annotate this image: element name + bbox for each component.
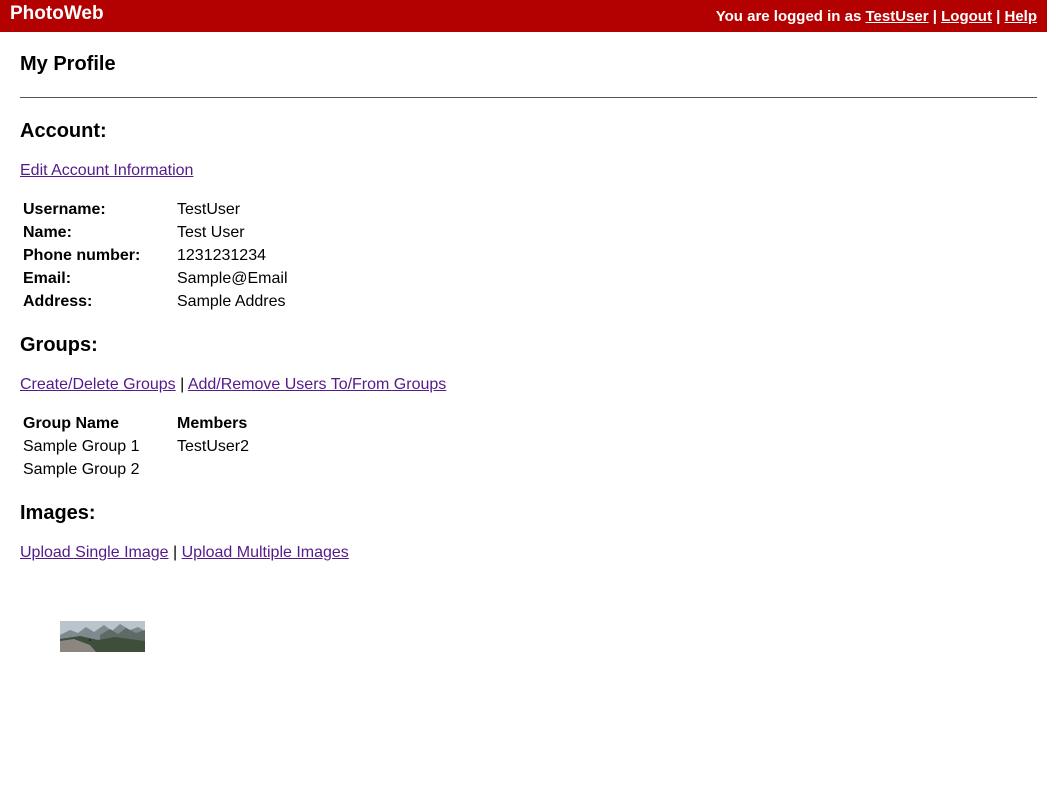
image-gallery bbox=[60, 621, 1037, 652]
table-row: Username: TestUser bbox=[20, 198, 291, 221]
table-row: Sample Group 2 bbox=[20, 458, 252, 481]
table-header-row: Group Name Members bbox=[20, 412, 252, 435]
group-members bbox=[174, 458, 252, 481]
field-label: Email: bbox=[23, 269, 72, 287]
field-value: Sample@Email bbox=[177, 269, 288, 287]
table-row: Address: Sample Addres bbox=[20, 290, 291, 313]
field-label: Name: bbox=[23, 223, 72, 241]
group-members: TestUser2 bbox=[177, 437, 250, 455]
field-label: Address: bbox=[23, 292, 93, 310]
group-name: Sample Group 1 bbox=[23, 437, 140, 455]
table-row: Name: Test User bbox=[20, 221, 291, 244]
username-link[interactable]: TestUser bbox=[865, 8, 928, 25]
table-row: Email: Sample@Email bbox=[20, 267, 291, 290]
account-table: Username: TestUser Name: Test User Phone… bbox=[20, 198, 291, 313]
edit-account-link[interactable]: Edit Account Information bbox=[20, 162, 193, 179]
brand-logo: PhotoWeb bbox=[10, 3, 104, 24]
field-value: Sample Addres bbox=[177, 292, 286, 310]
groups-table: Group Name Members Sample Group 1 TestUs… bbox=[20, 412, 252, 481]
field-value: Test User bbox=[177, 223, 245, 241]
column-header-members: Members bbox=[177, 414, 248, 432]
groups-actions: Create/Delete Groups | Add/Remove Users … bbox=[20, 375, 1037, 395]
separator: | bbox=[173, 544, 178, 561]
separator: | bbox=[996, 7, 1001, 25]
separator: | bbox=[932, 7, 937, 25]
page-title: My Profile bbox=[20, 53, 116, 75]
images-heading: Images: bbox=[20, 502, 96, 524]
field-label: Username: bbox=[23, 200, 106, 218]
main-content: My Profile Account: Edit Account Informa… bbox=[0, 32, 1047, 652]
logged-in-text: You are logged in as bbox=[715, 7, 862, 25]
account-actions: Edit Account Information bbox=[20, 161, 1037, 181]
table-row: Phone number: 1231231234 bbox=[20, 244, 291, 267]
field-label: Phone number: bbox=[23, 246, 141, 264]
images-actions: Upload Single Image | Upload Multiple Im… bbox=[20, 543, 1037, 563]
user-bar: You are logged in as TestUser | Logout |… bbox=[716, 8, 1037, 25]
top-bar: PhotoWeb You are logged in as TestUser |… bbox=[0, 0, 1047, 32]
field-value: 1231231234 bbox=[177, 246, 266, 264]
field-value: TestUser bbox=[177, 200, 241, 218]
upload-multiple-images-link[interactable]: Upload Multiple Images bbox=[182, 544, 349, 561]
column-header-group-name: Group Name bbox=[23, 414, 120, 432]
help-link[interactable]: Help bbox=[1004, 8, 1037, 25]
account-heading: Account: bbox=[20, 120, 107, 142]
image-thumbnail[interactable] bbox=[60, 621, 145, 652]
upload-single-image-link[interactable]: Upload Single Image bbox=[20, 544, 169, 561]
logout-link[interactable]: Logout bbox=[941, 8, 992, 25]
table-row: Sample Group 1 TestUser2 bbox=[20, 435, 252, 458]
add-remove-users-link[interactable]: Add/Remove Users To/From Groups bbox=[188, 376, 446, 393]
create-delete-groups-link[interactable]: Create/Delete Groups bbox=[20, 376, 176, 393]
divider bbox=[20, 97, 1037, 98]
separator: | bbox=[180, 376, 185, 393]
groups-heading: Groups: bbox=[20, 334, 98, 356]
mountain-landscape-thumbnail bbox=[60, 621, 145, 652]
group-name: Sample Group 2 bbox=[23, 460, 140, 478]
